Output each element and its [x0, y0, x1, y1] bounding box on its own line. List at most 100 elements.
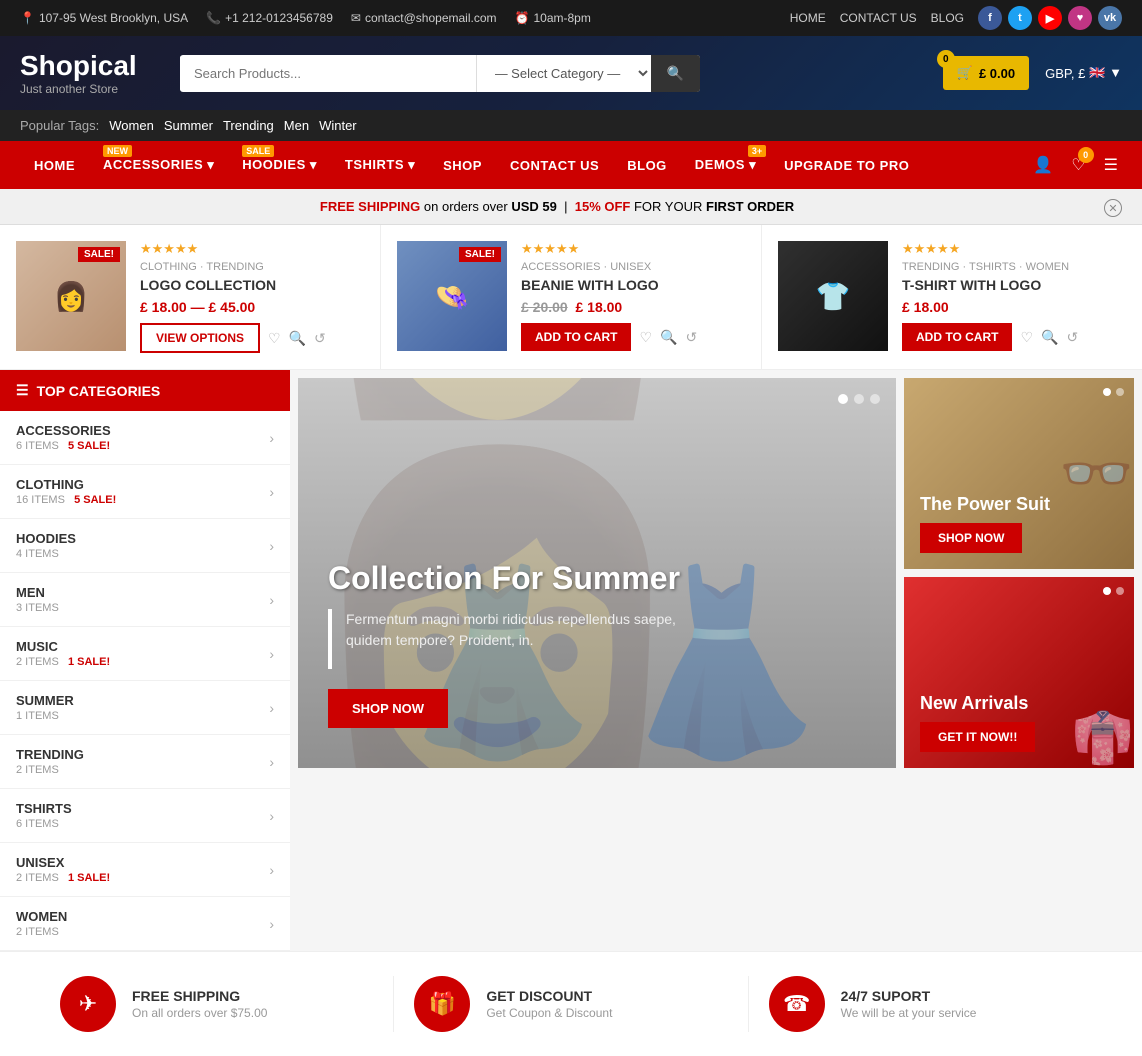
sidebar-title: ☰ TOP CATEGORIES — [0, 370, 290, 411]
wishlist-icon-3[interactable]: ♡ — [1020, 329, 1033, 346]
currency-selector[interactable]: GBP, £ 🇬🇧 ▼ — [1045, 65, 1122, 81]
category-men[interactable]: MEN 3 ITEMS › — [0, 573, 290, 627]
category-women[interactable]: WOMEN 2 ITEMS › — [0, 897, 290, 951]
nav-menu-button[interactable]: ☰ — [1100, 151, 1122, 179]
search-input[interactable] — [180, 56, 476, 91]
cat-info: WOMEN 2 ITEMS — [16, 909, 67, 938]
email: ✉ contact@shopemail.com — [351, 11, 497, 25]
add-to-cart-button-2[interactable]: ADD TO CART — [521, 323, 631, 351]
hero-shop-now-button[interactable]: SHOP NOW — [328, 689, 448, 728]
category-accessories[interactable]: ACCESSORIES 6 ITEMS 5 SALE! › — [0, 411, 290, 465]
logo-title: Shopical — [20, 50, 160, 82]
hero-divider — [328, 609, 332, 669]
promo-free-shipping: FREE SHIPPING — [320, 199, 420, 214]
tag-trending[interactable]: Trending — [223, 118, 274, 133]
zoom-icon-3[interactable]: 🔍 — [1041, 329, 1058, 346]
side-dot-2b[interactable] — [1116, 587, 1124, 595]
side-banner-2-content: New Arrivals GET IT NOW!! — [920, 693, 1035, 752]
address: 📍 107-95 West Brooklyn, USA — [20, 11, 188, 25]
refresh-icon-1[interactable]: ↺ — [314, 330, 326, 347]
nav-tshirts[interactable]: TSHIRTS ▾ — [331, 141, 429, 189]
wishlist-icon-2[interactable]: ♡ — [639, 329, 652, 346]
category-unisex[interactable]: UNISEX 2 ITEMS 1 SALE! › — [0, 843, 290, 897]
nav-shop[interactable]: SHOP — [429, 142, 496, 189]
tag-winter[interactable]: Winter — [319, 118, 357, 133]
topnav-home[interactable]: HOME — [790, 11, 826, 25]
side-banner-2: 👘 New Arrivals GET IT NOW!! — [904, 577, 1134, 768]
product-info-2: ★★★★★ ACCESSORIES · UNISEX BEANIE WITH L… — [521, 241, 745, 351]
accessories-badge: NEW — [103, 145, 132, 157]
topnav-contact[interactable]: CONTACT US — [840, 11, 917, 25]
feature-discount: 🎁 GET DISCOUNT Get Coupon & Discount — [394, 976, 748, 1032]
side-banner-1-content: The Power Suit SHOP NOW — [920, 494, 1050, 553]
search-button[interactable]: 🔍 — [651, 55, 700, 92]
promo-close-button[interactable]: ✕ — [1104, 199, 1122, 217]
currency-label: GBP, £ — [1045, 66, 1085, 81]
footer-features: ✈ FREE SHIPPING On all orders over $75.0… — [0, 951, 1142, 1056]
side-banner-1-title: The Power Suit — [920, 494, 1050, 515]
promo-text2: on orders over — [424, 199, 508, 214]
hero-dot-1[interactable] — [838, 394, 848, 404]
category-summer[interactable]: SUMMER 1 ITEMS › — [0, 681, 290, 735]
twitter-icon[interactable]: t — [1008, 6, 1032, 30]
product-price-3: £ 18.00 — [902, 299, 1126, 315]
side-dot-1a[interactable] — [1103, 388, 1111, 396]
view-options-button-1[interactable]: VIEW OPTIONS — [140, 323, 260, 353]
side-banner-2-btn[interactable]: GET IT NOW!! — [920, 722, 1035, 752]
tag-summer[interactable]: Summer — [164, 118, 213, 133]
clock-icon: ⏰ — [515, 11, 530, 25]
nav-contact[interactable]: CONTACT US — [496, 142, 613, 189]
nav-account-button[interactable]: 👤 — [1029, 151, 1057, 179]
category-hoodies[interactable]: HOODIES 4 ITEMS › — [0, 519, 290, 573]
youtube-icon[interactable]: ▶ — [1038, 6, 1062, 30]
category-select[interactable]: — Select Category — — [476, 55, 651, 92]
discount-icon: 🎁 — [414, 976, 470, 1032]
category-trending[interactable]: TRENDING 2 ITEMS › — [0, 735, 290, 789]
product-actions-3: ADD TO CART ♡ 🔍 ↺ — [902, 323, 1126, 351]
cat-arrow-icon: › — [269, 484, 274, 500]
side-dot-1b[interactable] — [1116, 388, 1124, 396]
nav-hoodies-wrap: HOODIES ▾ SALE — [228, 141, 331, 189]
nav-blog[interactable]: BLOG — [613, 142, 681, 189]
cat-info: TRENDING 2 ITEMS — [16, 747, 84, 776]
tag-women[interactable]: Women — [109, 118, 154, 133]
cat-arrow-icon: › — [269, 862, 274, 878]
category-tshirts[interactable]: TSHIRTS 6 ITEMS › — [0, 789, 290, 843]
cat-arrow-icon: › — [269, 646, 274, 662]
promo-banner: FREE SHIPPING on orders over USD 59 | 15… — [0, 189, 1142, 225]
instagram-icon[interactable]: ♥ — [1068, 6, 1092, 30]
refresh-icon-3[interactable]: ↺ — [1066, 329, 1078, 346]
add-to-cart-button-3[interactable]: ADD TO CART — [902, 323, 1012, 351]
product-image-2: SALE! 👒 — [397, 241, 507, 351]
wishlist-icon-1[interactable]: ♡ — [268, 330, 281, 347]
cart-button[interactable]: 0 🛒 £ 0.00 — [943, 56, 1029, 90]
logo[interactable]: Shopical Just another Store — [20, 50, 160, 96]
zoom-icon-2[interactable]: 🔍 — [660, 329, 677, 346]
tag-men[interactable]: Men — [284, 118, 309, 133]
facebook-icon[interactable]: f — [978, 6, 1002, 30]
side-banner-2-title: New Arrivals — [920, 693, 1035, 714]
nav-wishlist-button[interactable]: ♡ 0 — [1067, 151, 1089, 179]
zoom-icon-1[interactable]: 🔍 — [289, 330, 306, 347]
refresh-icon-2[interactable]: ↺ — [685, 329, 697, 346]
side-banner-1-btn[interactable]: SHOP NOW — [920, 523, 1022, 553]
price-to-1: £ 45.00 — [209, 299, 256, 315]
hoodies-badge: SALE — [242, 145, 274, 157]
main-nav: HOME ACCESSORIES ▾ NEW HOODIES ▾ SALE TS… — [0, 141, 1142, 189]
vk-icon[interactable]: vk — [1098, 6, 1122, 30]
category-music[interactable]: MUSIC 2 ITEMS 1 SALE! › — [0, 627, 290, 681]
hero-dot-2[interactable] — [854, 394, 864, 404]
header-right: 0 🛒 £ 0.00 GBP, £ 🇬🇧 ▼ — [943, 56, 1122, 90]
hero-description: Fermentum magni morbi ridiculus repellen… — [346, 609, 706, 651]
category-clothing[interactable]: CLOTHING 16 ITEMS 5 SALE! › — [0, 465, 290, 519]
popular-tags-label: Popular Tags: — [20, 118, 99, 133]
hero-dot-3[interactable] — [870, 394, 880, 404]
side-banner-2-figure: 👘 — [1072, 577, 1134, 768]
nav-upgrade[interactable]: UPGRADE TO PRO — [770, 142, 923, 189]
topnav-blog[interactable]: BLOG — [931, 11, 964, 25]
phone-icon: 📞 — [206, 11, 221, 25]
side-dot-2a[interactable] — [1103, 587, 1111, 595]
nav-home[interactable]: HOME — [20, 142, 89, 189]
shipping-icon: ✈ — [60, 976, 116, 1032]
header: Shopical Just another Store — Select Cat… — [0, 36, 1142, 110]
